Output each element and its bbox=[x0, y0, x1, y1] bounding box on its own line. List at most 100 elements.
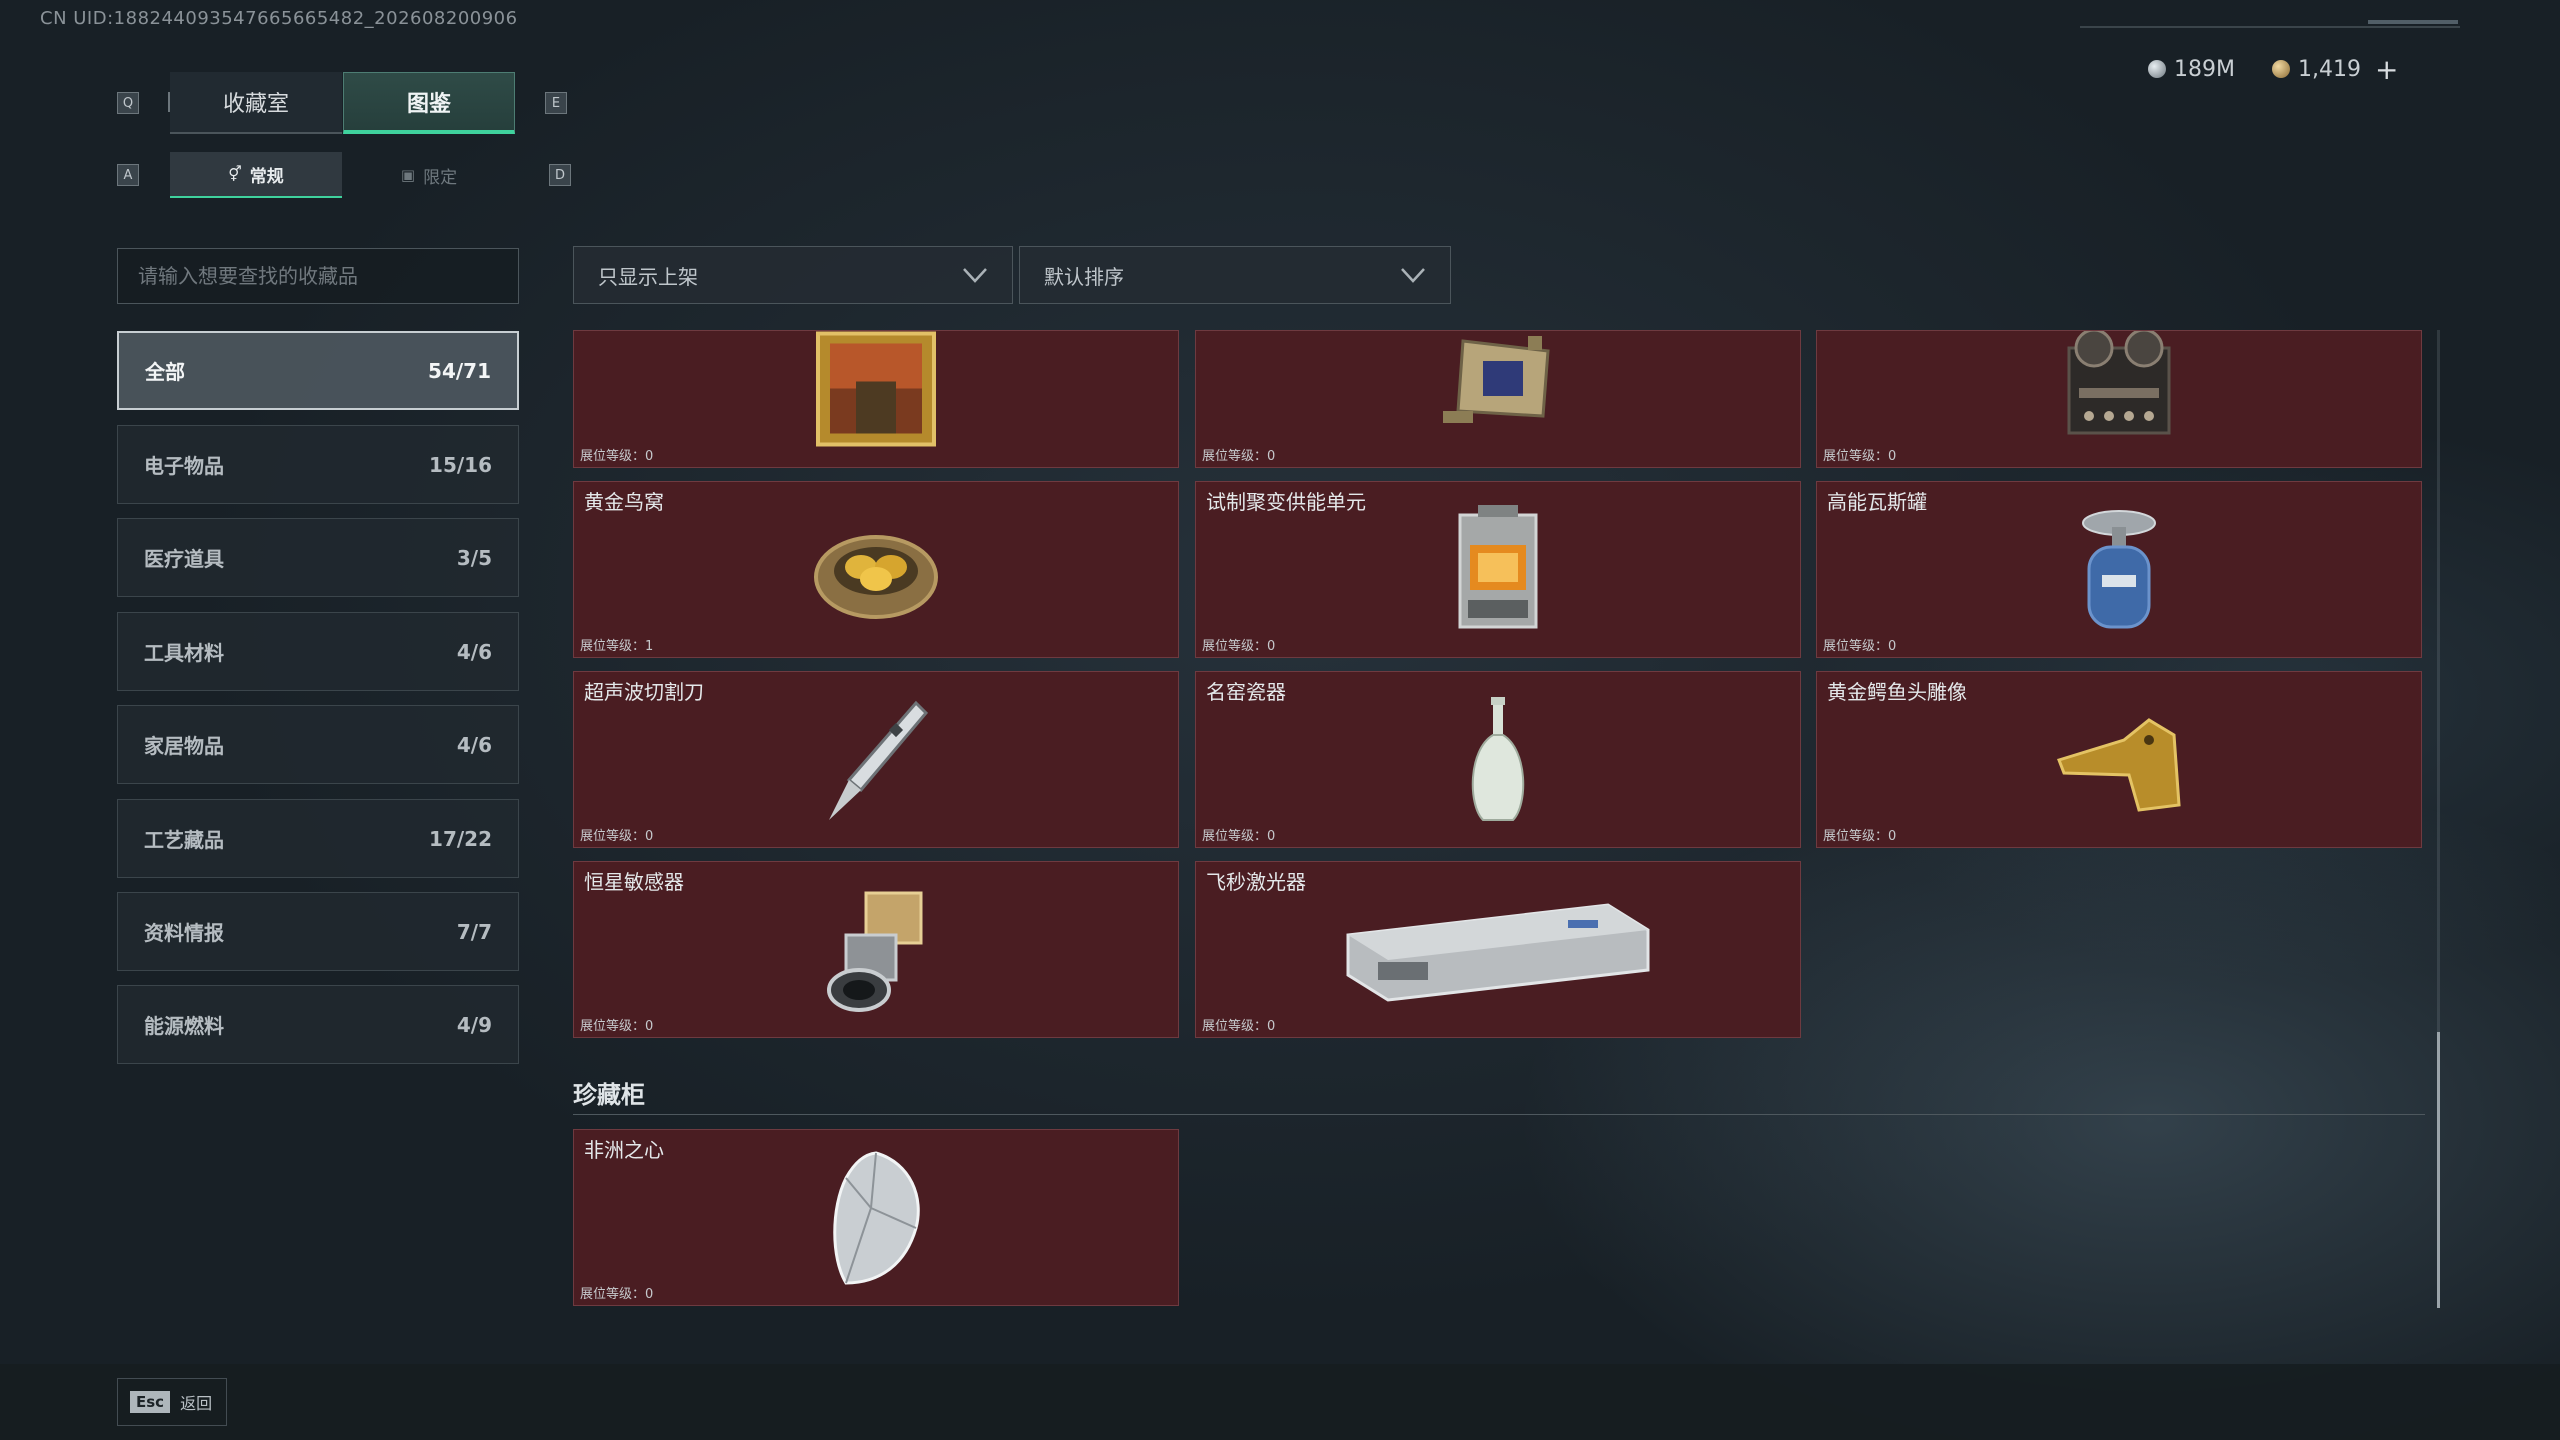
key-e-hint: E bbox=[545, 92, 567, 114]
sort-value: 默认排序 bbox=[1044, 264, 1124, 289]
item-name: 超声波切割刀 bbox=[584, 680, 704, 704]
gold-currency: 1,419 + bbox=[2272, 53, 2398, 86]
category-label: 全部 bbox=[145, 360, 185, 384]
category-count: 4/6 bbox=[456, 732, 492, 757]
back-button[interactable]: Esc 返回 bbox=[117, 1378, 227, 1426]
item-name: 非洲之心 bbox=[584, 1138, 664, 1162]
item-card[interactable]: 黄金鳄鱼头雕像 展位等级：0 bbox=[1816, 671, 2422, 848]
level-label: 展位等级：1 bbox=[580, 639, 654, 654]
item-card[interactable]: 超声波切割刀 展位等级：0 bbox=[573, 671, 1179, 848]
scrollbar-thumb[interactable] bbox=[2437, 1032, 2440, 1308]
uid-label: CN UID:188244093547665665482_20260820090… bbox=[40, 8, 518, 29]
category-count: 17/22 bbox=[429, 826, 492, 851]
level-label: 展位等级：0 bbox=[1823, 449, 1897, 464]
add-currency-button[interactable]: + bbox=[2375, 53, 2398, 86]
tab-catalog[interactable]: 图鉴 bbox=[343, 72, 515, 134]
category-label: 资料情报 bbox=[144, 921, 224, 945]
item-name: 飞秒激光器 bbox=[1206, 870, 1306, 894]
subtab-regular-label: 常规 bbox=[249, 166, 284, 187]
tape-recorder-icon bbox=[2067, 331, 2171, 435]
cabinet-section-title: 珍藏柜 bbox=[573, 1081, 645, 1109]
chevron-down-icon bbox=[1401, 268, 1425, 283]
crocodile-statue-icon bbox=[2057, 717, 2181, 812]
back-label: 返回 bbox=[180, 1394, 213, 1413]
fusion-unit-icon bbox=[1458, 504, 1538, 628]
item-name: 试制聚变供能单元 bbox=[1206, 490, 1366, 514]
diamond-icon bbox=[833, 1150, 920, 1285]
porcelain-vase-icon bbox=[1471, 696, 1525, 821]
silver-coin-icon bbox=[2148, 60, 2166, 78]
category-count: 3/5 bbox=[456, 545, 492, 570]
item-card[interactable]: 展位等级：0 bbox=[573, 330, 1179, 468]
image-icon: ▣ bbox=[400, 166, 416, 184]
category-tools[interactable]: 工具材料 4/6 bbox=[117, 612, 519, 691]
item-card[interactable]: 黄金鸟窝 展位等级：1 bbox=[573, 481, 1179, 658]
bottle-icon: ⚥ bbox=[228, 165, 242, 183]
hud-divider bbox=[2080, 26, 2460, 28]
level-label: 展位等级：0 bbox=[1202, 639, 1276, 654]
item-name: 恒星敏感器 bbox=[584, 870, 684, 894]
category-label: 能源燃料 bbox=[144, 1014, 224, 1038]
level-label: 展位等级：0 bbox=[580, 1019, 654, 1034]
star-sensor-icon bbox=[827, 891, 923, 1012]
key-d-hint: D bbox=[549, 164, 571, 186]
key-a-hint: A bbox=[117, 164, 139, 186]
esc-key-hint: Esc bbox=[130, 1391, 171, 1413]
hud-indicator bbox=[2368, 20, 2458, 24]
search-input[interactable] bbox=[117, 248, 519, 304]
bottom-bar bbox=[0, 1364, 2560, 1440]
level-label: 展位等级：0 bbox=[1202, 1019, 1276, 1034]
gold-coin-icon bbox=[2272, 60, 2290, 78]
category-label: 工艺藏品 bbox=[144, 828, 224, 852]
item-name: 高能瓦斯罐 bbox=[1827, 490, 1927, 514]
item-card[interactable]: 飞秒激光器 展位等级：0 bbox=[1195, 861, 1801, 1038]
category-count: 4/6 bbox=[456, 639, 492, 664]
category-energy[interactable]: 能源燃料 4/9 bbox=[117, 985, 519, 1064]
level-label: 展位等级：0 bbox=[580, 449, 654, 464]
category-label: 家居物品 bbox=[144, 734, 224, 758]
level-label: 展位等级：0 bbox=[580, 1287, 654, 1302]
gold-amount: 1,419 bbox=[2298, 56, 2361, 82]
level-label: 展位等级：0 bbox=[1823, 639, 1897, 654]
shelf-filter-value: 只显示上架 bbox=[598, 264, 698, 289]
gas-tank-icon bbox=[2082, 509, 2156, 628]
category-count: 4/9 bbox=[456, 1012, 492, 1037]
category-all[interactable]: 全部 54/71 bbox=[117, 331, 519, 410]
level-label: 展位等级：0 bbox=[1202, 829, 1276, 844]
section-divider bbox=[573, 1114, 2425, 1115]
silver-amount: 189M bbox=[2174, 56, 2235, 82]
subtab-limited-label: 限定 bbox=[423, 167, 458, 188]
sort-dropdown[interactable]: 默认排序 bbox=[1019, 246, 1451, 304]
category-count: 15/16 bbox=[429, 452, 492, 477]
item-name: 名窑瓷器 bbox=[1206, 680, 1286, 704]
category-intel[interactable]: 资料情报 7/7 bbox=[117, 892, 519, 971]
item-card[interactable]: 高能瓦斯罐 展位等级：0 bbox=[1816, 481, 2422, 658]
category-count: 54/71 bbox=[428, 358, 491, 383]
category-label: 电子物品 bbox=[144, 454, 224, 478]
item-card[interactable]: 恒星敏感器 展位等级：0 bbox=[573, 861, 1179, 1038]
item-card[interactable]: 名窑瓷器 展位等级：0 bbox=[1195, 671, 1801, 848]
key-q-hint: Q bbox=[117, 92, 139, 114]
shelf-filter-dropdown[interactable]: 只显示上架 bbox=[573, 246, 1013, 304]
cutter-icon bbox=[829, 700, 929, 820]
category-crafts[interactable]: 工艺藏品 17/22 bbox=[117, 799, 519, 878]
level-label: 展位等级：0 bbox=[1823, 829, 1897, 844]
item-card[interactable]: 试制聚变供能单元 展位等级：0 bbox=[1195, 481, 1801, 658]
laser-device-icon bbox=[1346, 902, 1650, 1002]
category-medical[interactable]: 医疗道具 3/5 bbox=[117, 518, 519, 597]
tab-collection-room[interactable]: 收藏室 bbox=[170, 72, 342, 134]
category-electronics[interactable]: 电子物品 15/16 bbox=[117, 425, 519, 504]
subtab-limited[interactable]: ▣ 限定 bbox=[343, 152, 515, 198]
category-label: 医疗道具 bbox=[144, 547, 224, 571]
painting-icon bbox=[816, 331, 936, 447]
item-card[interactable]: 展位等级：0 bbox=[1816, 330, 2422, 468]
category-household[interactable]: 家居物品 4/6 bbox=[117, 705, 519, 784]
category-count: 7/7 bbox=[456, 919, 492, 944]
level-label: 展位等级：0 bbox=[1202, 449, 1276, 464]
item-card[interactable]: 非洲之心 展位等级：0 bbox=[573, 1129, 1179, 1306]
item-card[interactable]: 展位等级：0 bbox=[1195, 330, 1801, 468]
subtab-regular[interactable]: ⚥ 常规 bbox=[170, 152, 342, 198]
chevron-down-icon bbox=[963, 268, 987, 283]
device-icon bbox=[1443, 336, 1550, 423]
item-name: 黄金鳄鱼头雕像 bbox=[1827, 680, 1967, 704]
